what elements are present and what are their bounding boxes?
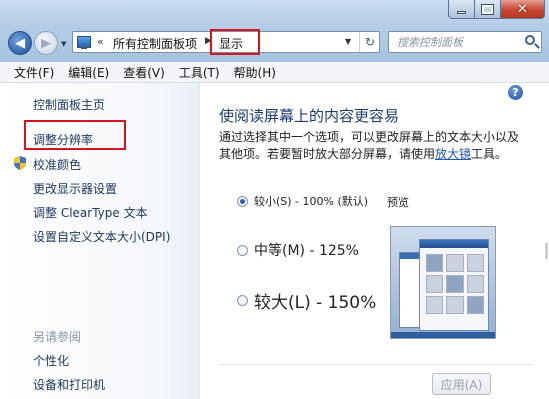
option-medium[interactable]: 中等(M) - 125%	[237, 240, 359, 260]
breadcrumb-highlight-box	[210, 29, 260, 55]
menu-view[interactable]: 查看(V)	[123, 64, 165, 81]
window-chrome: ✕ ◀ ▶ ▼ « 所有控制面板项 ▶ 显示 ▼ ↻	[0, 0, 549, 62]
preview-label: 预览	[387, 196, 409, 209]
search-input[interactable]	[397, 34, 517, 50]
page-description: 通过选择其中一个选项，可以更改屏幕上的文本大小以及其他项。若要暂时放大部分屏幕，…	[219, 129, 524, 163]
maximize-icon	[481, 3, 494, 15]
breadcrumb-all-control-panel-items[interactable]: 所有控制面板项	[113, 35, 197, 52]
maximize-button[interactable]	[475, 0, 501, 19]
window-controls: ✕	[448, 0, 545, 19]
radio-medium[interactable]	[237, 244, 248, 256]
option-larger-label[interactable]: 较大(L) - 150%	[254, 288, 376, 313]
minimize-button[interactable]	[448, 0, 475, 19]
menu-edit[interactable]: 编辑(E)	[68, 64, 109, 81]
menu-tools[interactable]: 工具(T)	[179, 64, 220, 81]
option-smaller[interactable]: 较小(S) - 100% (默认)	[237, 193, 368, 209]
radio-smaller[interactable]	[237, 195, 248, 207]
description-text-end: 工具。	[471, 147, 508, 161]
main-content: ? 使阅读屏幕上的内容更容易 通过选择其中一个选项，可以更改屏幕上的文本大小以及…	[201, 83, 549, 399]
see-also-heading: 另请参阅	[33, 330, 82, 344]
address-overflow-icon[interactable]: «	[97, 35, 104, 48]
menu-bar: 文件(F) 编辑(E) 查看(V) 工具(T) 帮助(H)	[0, 62, 549, 83]
preview-taskbar	[391, 332, 495, 338]
sidebar-item-adjust-resolution[interactable]: 调整分辨率	[33, 131, 93, 148]
sidebar-item-change-display-settings[interactable]: 更改显示器设置	[33, 180, 117, 197]
control-panel-icon	[77, 36, 91, 49]
close-button[interactable]: ✕	[501, 0, 545, 19]
option-medium-label[interactable]: 中等(M) - 125%	[254, 240, 359, 260]
search-box[interactable]	[388, 31, 542, 53]
forward-button[interactable]: ▶	[34, 31, 58, 55]
magnifier-link[interactable]: 放大镜	[435, 147, 471, 161]
preview-window-front	[419, 239, 489, 331]
minimize-icon	[457, 10, 466, 14]
scrollbar-thumb[interactable]	[545, 243, 548, 259]
radio-larger[interactable]	[237, 295, 248, 306]
sidebar-item-devices-printers[interactable]: 设备和打印机	[33, 376, 105, 393]
sidebar-item-control-panel-home[interactable]: 控制面板主页	[33, 96, 105, 113]
preview-image	[390, 226, 496, 339]
refresh-icon: ↻	[364, 35, 376, 49]
menu-file[interactable]: 文件(F)	[14, 64, 54, 81]
search-icon[interactable]	[525, 35, 535, 45]
sidebar-item-personalization[interactable]: 个性化	[33, 352, 69, 369]
address-bar[interactable]: « 所有控制面板项 ▶ 显示 ▼ ↻	[72, 29, 380, 55]
sidebar-item-calibrate-color[interactable]: 校准颜色	[33, 156, 81, 173]
page-title: 使阅读屏幕上的内容更容易	[219, 107, 400, 125]
help-icon[interactable]: ?	[508, 85, 523, 100]
menu-help[interactable]: 帮助(H)	[234, 64, 276, 81]
option-larger[interactable]: 较大(L) - 150%	[237, 288, 376, 313]
forward-arrow-icon: ▶	[41, 35, 51, 51]
address-dropdown-icon[interactable]: ▼	[345, 37, 351, 46]
refresh-button[interactable]: ↻	[359, 32, 380, 52]
sidebar-item-custom-dpi[interactable]: 设置自定义文本大小(DPI)	[33, 228, 170, 245]
back-arrow-icon: ◀	[15, 35, 25, 51]
divider	[219, 364, 533, 365]
sidebar-item-adjust-cleartype[interactable]: 调整 ClearType 文本	[33, 204, 148, 221]
recent-pages-dropdown-icon[interactable]: ▼	[61, 40, 66, 48]
sidebar: 控制面板主页 调整分辨率 校准颜色 更改显示器设置 调整 ClearType 文…	[0, 83, 200, 399]
uac-shield-icon	[14, 156, 26, 170]
back-button[interactable]: ◀	[8, 31, 32, 55]
close-icon: ✕	[517, 1, 528, 17]
option-smaller-label[interactable]: 较小(S) - 100% (默认)	[254, 193, 368, 209]
apply-button[interactable]: 应用(A)	[432, 373, 491, 395]
